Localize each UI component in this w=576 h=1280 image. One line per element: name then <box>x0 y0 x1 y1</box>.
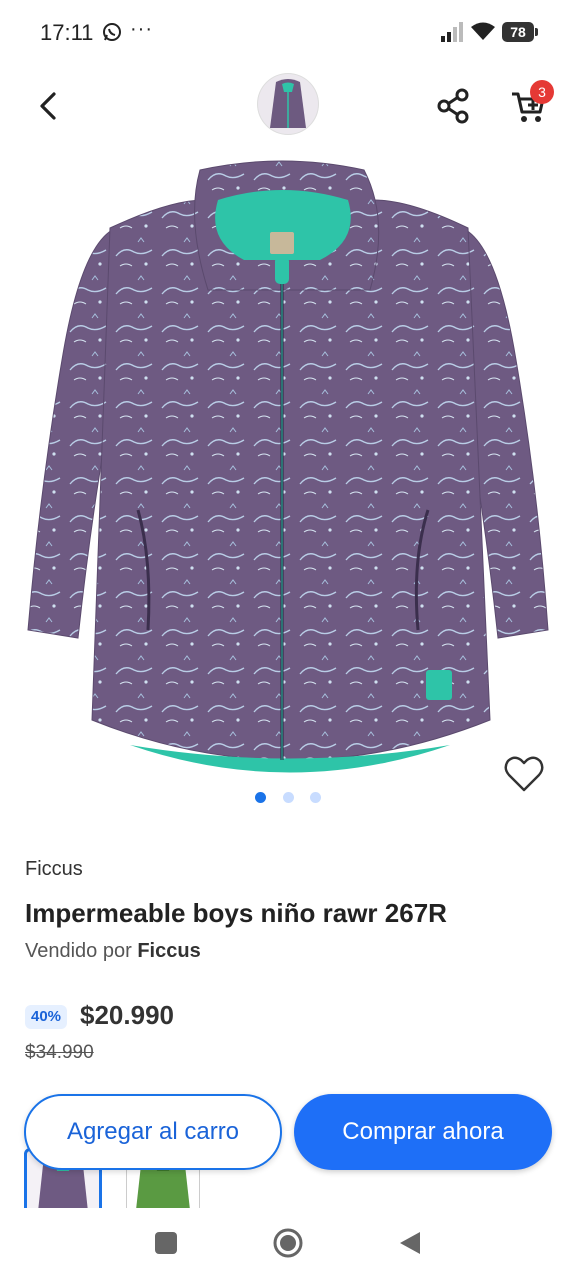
product-image[interactable] <box>20 160 556 790</box>
header-product-thumbnail[interactable] <box>258 74 318 134</box>
add-to-cart-button[interactable]: Agregar al carro <box>24 1094 282 1170</box>
signal-icon <box>441 22 463 42</box>
whatsapp-icon <box>103 23 121 41</box>
back-button[interactable] <box>30 86 70 126</box>
status-more-icon: ··· <box>130 18 153 40</box>
system-back-button[interactable] <box>398 1230 422 1256</box>
battery-indicator: 78 <box>502 22 538 42</box>
top-bar <box>0 64 576 148</box>
share-icon[interactable] <box>434 86 474 126</box>
image-pagination-dots <box>0 790 576 806</box>
product-brand[interactable]: Ficcus <box>25 858 83 881</box>
pagination-dot[interactable] <box>309 792 321 803</box>
seller-line: Vendido por Ficcus <box>25 940 201 963</box>
home-button[interactable] <box>272 1227 304 1259</box>
buy-now-button[interactable]: Comprar ahora <box>294 1094 552 1170</box>
seller-name[interactable]: Ficcus <box>137 940 200 962</box>
status-bar: 17:11 ··· 78 <box>0 0 576 64</box>
discount-badge: 40% <box>25 1005 67 1029</box>
cart-count-badge: 3 <box>530 80 554 104</box>
system-nav-bar <box>0 1208 576 1280</box>
pagination-dot-active[interactable] <box>255 792 267 803</box>
original-price: $34.990 <box>25 1042 94 1063</box>
current-price: $20.990 <box>80 1000 174 1030</box>
seller-prefix: Vendido por <box>25 940 132 962</box>
pagination-dot[interactable] <box>282 792 294 803</box>
product-title: Impermeable boys niño rawr 267R <box>25 898 447 928</box>
status-time: 17:11 <box>40 20 94 45</box>
wifi-icon <box>471 22 495 40</box>
recents-button[interactable] <box>155 1232 177 1254</box>
